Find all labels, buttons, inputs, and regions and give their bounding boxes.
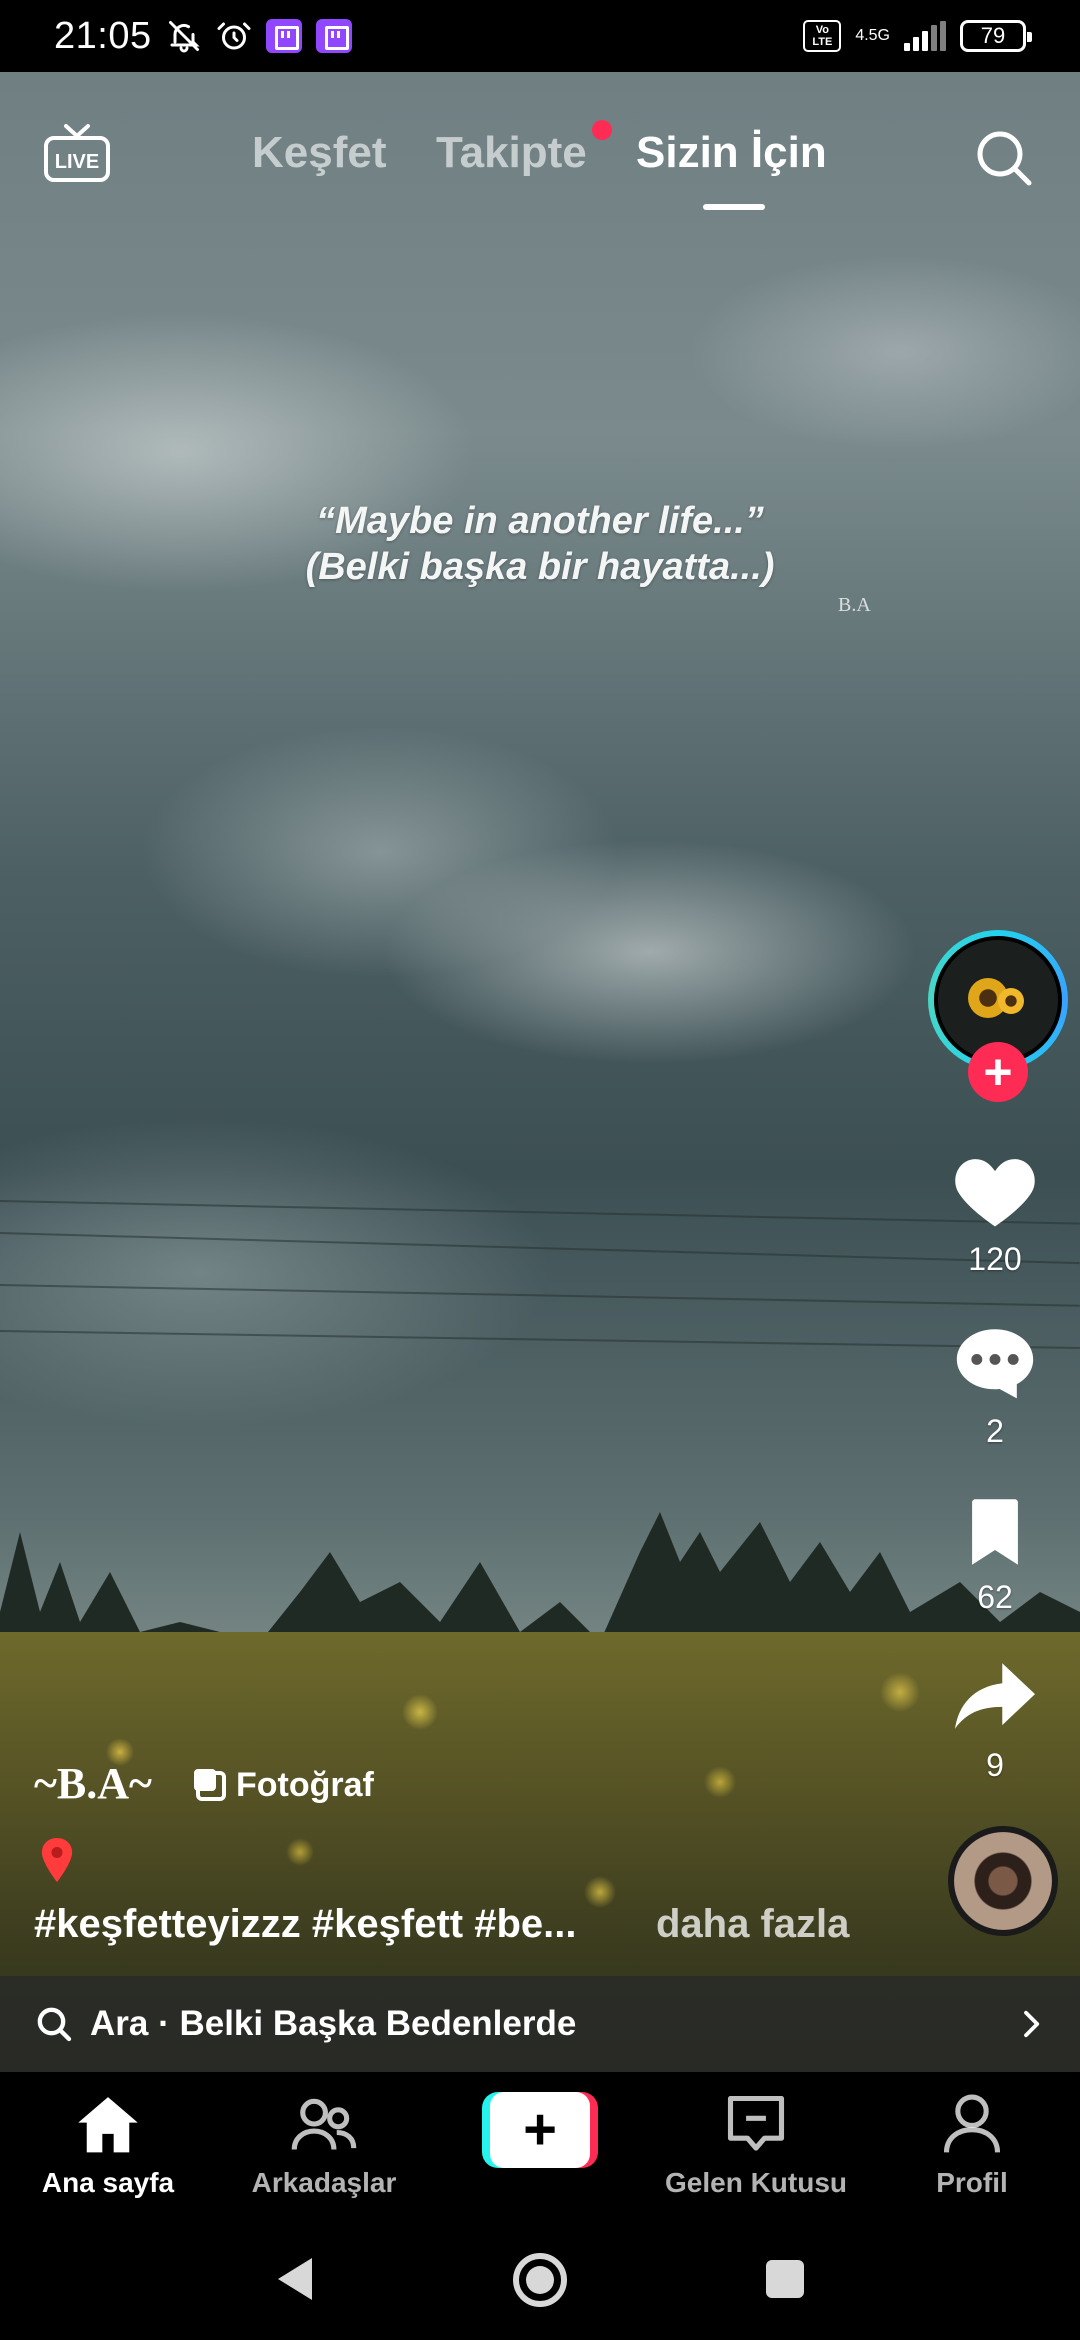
battery-level: 79 [980,23,1006,48]
twitch-notification-icon-2 [315,19,352,53]
photo-icon [194,1768,226,1801]
share-count: 9 [986,1747,1004,1783]
share-icon [955,1663,1035,1729]
system-nav-bar [0,2222,1080,2340]
video-watermark: B.A [838,594,871,616]
photo-badge-label: Fotoğraf [236,1766,374,1804]
nav-inbox[interactable]: Gelen Kutusu [656,2092,856,2199]
pin-icon[interactable] [40,1838,74,1882]
home-circle-icon[interactable] [510,2250,570,2310]
follow-button[interactable]: + [968,1042,1028,1102]
music-disc[interactable] [948,1826,1058,1936]
tab-sizin-icin[interactable]: Sizin İçin [636,128,827,178]
comment-count: 2 [986,1413,1004,1449]
power-line [0,1232,1080,1265]
tab-kesfet[interactable]: Keşfet [252,128,387,178]
comment-button[interactable]: 2 [920,1322,1070,1450]
caption[interactable]: #keşfetteyizzz #keşfett #be... [34,1902,576,1947]
video-player[interactable] [0,72,1080,2072]
friends-icon [291,2098,357,2150]
like-button[interactable]: 120 [920,1150,1070,1278]
more-link[interactable]: daha fazla [656,1902,849,1947]
nav-friends-label: Arkadaşlar [251,2167,397,2198]
status-bar: 21:05 Vo LTE 4.5G 79 [0,0,1080,72]
save-count: 62 [977,1579,1013,1615]
active-tab-indicator [703,204,765,210]
nav-inbox-label: Gelen Kutusu [664,2167,847,2198]
bell-off-icon [168,21,200,53]
power-line [0,1330,1080,1349]
alarm-icon [217,22,251,50]
photo-badge: Fotoğraf [194,1766,374,1805]
svg-text:LIVE: LIVE [55,151,99,173]
video-overlay-text: “Maybe in another life...” (Belki başka … [0,498,1080,590]
search-icon[interactable] [970,124,1036,190]
like-count: 120 [968,1241,1022,1277]
save-button[interactable]: 62 [920,1496,1070,1616]
notification-dot [592,120,612,140]
share-button[interactable]: 9 [920,1656,1070,1784]
nav-profile-label: Profil [936,2167,1008,2198]
create-button[interactable]: + [482,2092,598,2168]
inbox-icon [727,2095,785,2151]
overlay-line-1: “Maybe in another life...” [316,500,764,542]
battery-icon: 79 [960,20,1032,52]
bottom-nav: Ana sayfa Arkadaşlar + Gelen Kutusu Prof… [0,2072,1080,2222]
nav-profile[interactable]: Profil [872,2092,1072,2199]
overlay-line-2: (Belki başka bir hayatta...) [305,546,775,588]
volte-badge: Vo LTE [803,20,842,52]
network-type: 4.5G [855,27,890,44]
author-name[interactable]: ~B.A~ [34,1758,152,1809]
live-icon[interactable]: LIVE [42,120,112,190]
nav-home[interactable]: Ana sayfa [8,2092,208,2199]
back-icon[interactable] [272,2254,318,2304]
nav-friends[interactable]: Arkadaşlar [224,2092,424,2199]
home-icon [78,2097,138,2153]
tab-takipte[interactable]: Takipte [436,128,587,178]
search-suggestion-label: Ara · Belki Başka Bedenlerde [90,2004,577,2043]
power-line [0,1284,1080,1307]
power-line [0,1200,1080,1225]
comment-icon [956,1329,1034,1399]
plus-icon: + [490,2092,590,2168]
twitch-notification-icon [265,19,302,53]
nav-home-label: Ana sayfa [41,2167,175,2198]
heart-icon [955,1159,1035,1227]
status-time: 21:05 [54,14,152,57]
bookmark-icon [972,1499,1018,1565]
chevron-right-icon [1024,2010,1040,2038]
signal-icon [904,21,946,51]
status-icons-left [166,18,352,54]
profile-icon [943,2094,1001,2153]
top-nav: LIVE Keşfet Takipte Sizin İçin [0,110,1080,220]
recents-icon[interactable] [762,2256,808,2302]
search-small-icon [37,2007,72,2042]
status-icons-right: Vo LTE 4.5G 79 [803,20,1032,52]
search-suggestion-bar[interactable]: Ara · Belki Başka Bedenlerde [0,1976,1080,2072]
